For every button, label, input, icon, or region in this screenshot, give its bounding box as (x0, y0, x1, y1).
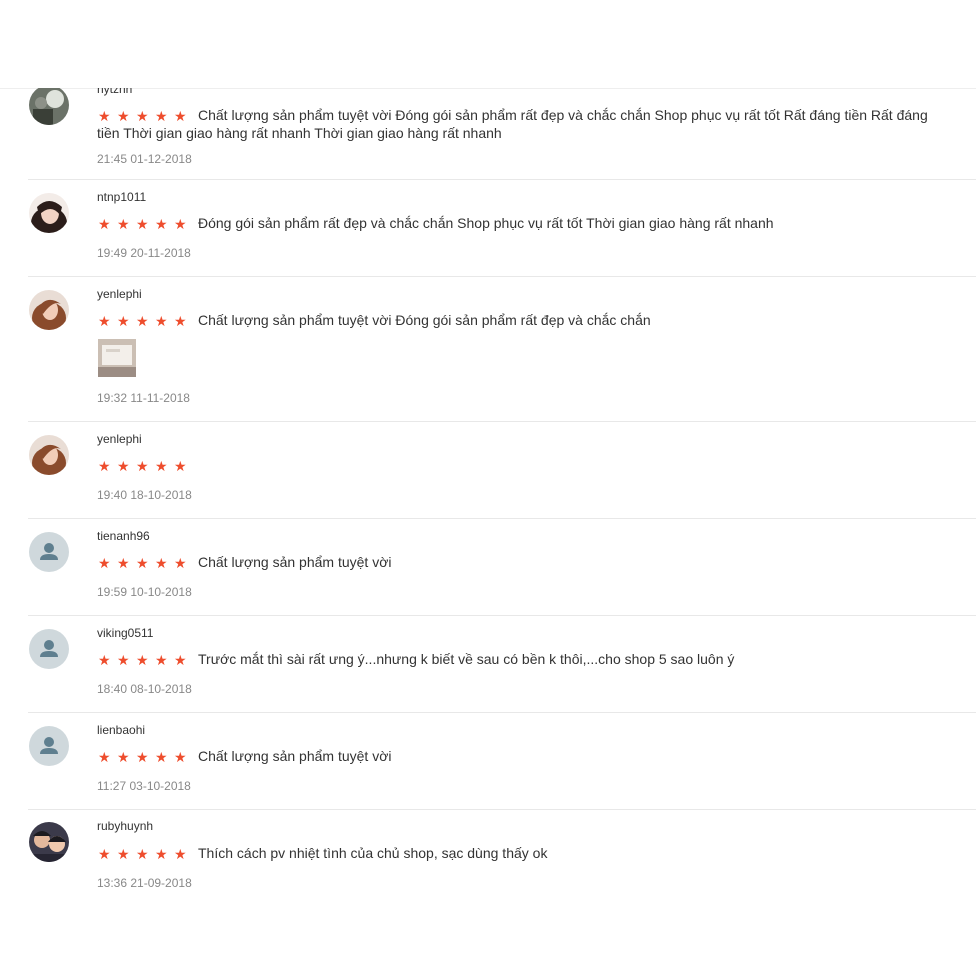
rating-stars: ★ ★ ★ ★ ★ (98, 314, 193, 328)
review-time: 18:40 08-10-2018 (97, 682, 192, 696)
star-icon: ★ (155, 749, 168, 765)
star-icon: ★ (136, 846, 149, 862)
review-username[interactable]: yenlephi (97, 287, 142, 301)
review-item: lienbaohi ★ ★ ★ ★ ★ Chất lượng sản phẩm … (28, 713, 976, 810)
star-icon: ★ (174, 458, 187, 474)
star-icon: ★ (117, 458, 130, 474)
star-icon: ★ (174, 749, 187, 765)
star-icon: ★ (98, 846, 111, 862)
star-icon: ★ (155, 216, 168, 232)
star-icon: ★ (98, 555, 111, 571)
review-username[interactable]: lienbaohi (97, 723, 145, 737)
review-comment: Chất lượng sản phẩm tuyệt vời Đóng gói s… (97, 107, 928, 141)
avatar[interactable] (29, 193, 69, 233)
review-item: yenlephi ★ ★ ★ ★ ★ Chất lượng sản phẩm t… (28, 277, 976, 422)
star-icon: ★ (155, 313, 168, 329)
review-username[interactable]: rubyhuynh (97, 819, 153, 833)
star-icon: ★ (136, 749, 149, 765)
rating-stars: ★ ★ ★ ★ ★ (98, 217, 193, 231)
rating-stars: ★ ★ ★ ★ ★ (98, 750, 193, 764)
default-user-icon (40, 543, 58, 560)
review-comment: Thích cách pv nhiệt tình của chủ shop, s… (198, 845, 548, 861)
review-time: 19:59 10-10-2018 (97, 585, 192, 599)
review-item: rubyhuynh ★ ★ ★ ★ ★ Thích cách pv nhiệt … (28, 810, 976, 892)
review-username[interactable]: viking0511 (97, 626, 153, 640)
star-icon: ★ (98, 458, 111, 474)
avatar[interactable] (29, 435, 69, 475)
review-time: 13:36 21-09-2018 (97, 876, 192, 890)
star-icon: ★ (174, 555, 187, 571)
review-comment: Chất lượng sản phẩm tuyệt vời (198, 748, 392, 764)
star-icon: ★ (117, 749, 130, 765)
star-icon: ★ (155, 555, 168, 571)
review-time: 21:45 01-12-2018 (97, 152, 192, 166)
star-icon: ★ (117, 216, 130, 232)
review-item: ntnp1011 ★ ★ ★ ★ ★ Đóng gói sản phẩm rất… (28, 180, 976, 277)
avatar[interactable] (29, 88, 69, 125)
review-item: yenlephi ★ ★ ★ ★ ★ 19:40 18-10-2018 (28, 422, 976, 519)
avatar[interactable] (29, 532, 69, 572)
star-icon: ★ (136, 555, 149, 571)
star-icon: ★ (174, 216, 187, 232)
review-photo-thumbnail[interactable] (98, 339, 136, 377)
star-icon: ★ (117, 555, 130, 571)
star-icon: ★ (98, 313, 111, 329)
review-comment: Đóng gói sản phẩm rất đẹp và chắc chắn S… (198, 215, 774, 231)
star-icon: ★ (117, 313, 130, 329)
rating-stars: ★ ★ ★ ★ ★ (98, 459, 193, 473)
review-username[interactable]: ntnp1011 (97, 190, 146, 204)
review-time: 19:40 18-10-2018 (97, 488, 192, 502)
star-icon: ★ (98, 749, 111, 765)
star-icon: ★ (155, 458, 168, 474)
star-icon: ★ (155, 652, 168, 668)
avatar[interactable] (29, 726, 69, 766)
review-item: tienanh96 ★ ★ ★ ★ ★ Chất lượng sản phẩm … (28, 519, 976, 616)
review-time: 19:49 20-11-2018 (97, 246, 191, 260)
star-icon: ★ (98, 652, 111, 668)
star-icon: ★ (136, 313, 149, 329)
review-time: 19:32 11-11-2018 (97, 391, 190, 405)
rating-stars: ★ ★ ★ ★ ★ (98, 847, 193, 861)
review-time: 11:27 03-10-2018 (97, 779, 191, 793)
review-comment: Trước mắt thì sài rất ưng ý...nhưng k bi… (198, 651, 735, 667)
default-user-icon (40, 640, 58, 657)
star-icon: ★ (136, 652, 149, 668)
review-comment: Chất lượng sản phẩm tuyệt vời Đóng gói s… (198, 312, 651, 328)
star-icon: ★ (117, 846, 130, 862)
star-icon: ★ (136, 458, 149, 474)
star-icon: ★ (174, 652, 187, 668)
avatar[interactable] (29, 822, 69, 862)
star-icon: ★ (117, 652, 130, 668)
avatar[interactable] (29, 629, 69, 669)
rating-stars: ★ ★ ★ ★ ★ (98, 556, 193, 570)
review-list[interactable]: nytznn ★ ★ ★ ★ ★ Chất lượng sản phẩm tuy… (0, 88, 976, 892)
review-item: nytznn ★ ★ ★ ★ ★ Chất lượng sản phẩm tuy… (28, 88, 976, 180)
avatar[interactable] (29, 290, 69, 330)
star-icon: ★ (174, 846, 187, 862)
star-icon: ★ (98, 216, 111, 232)
review-username[interactable]: nytznn (97, 88, 132, 96)
rating-stars: ★ ★ ★ ★ ★ (98, 653, 193, 667)
review-username[interactable]: yenlephi (97, 432, 142, 446)
review-username[interactable]: tienanh96 (97, 529, 150, 543)
default-user-icon (40, 737, 58, 754)
star-icon: ★ (136, 216, 149, 232)
star-icon: ★ (174, 313, 187, 329)
star-icon: ★ (155, 846, 168, 862)
review-comment: Chất lượng sản phẩm tuyệt vời (198, 554, 392, 570)
review-item: viking0511 ★ ★ ★ ★ ★ Trước mắt thì sài r… (28, 616, 976, 713)
